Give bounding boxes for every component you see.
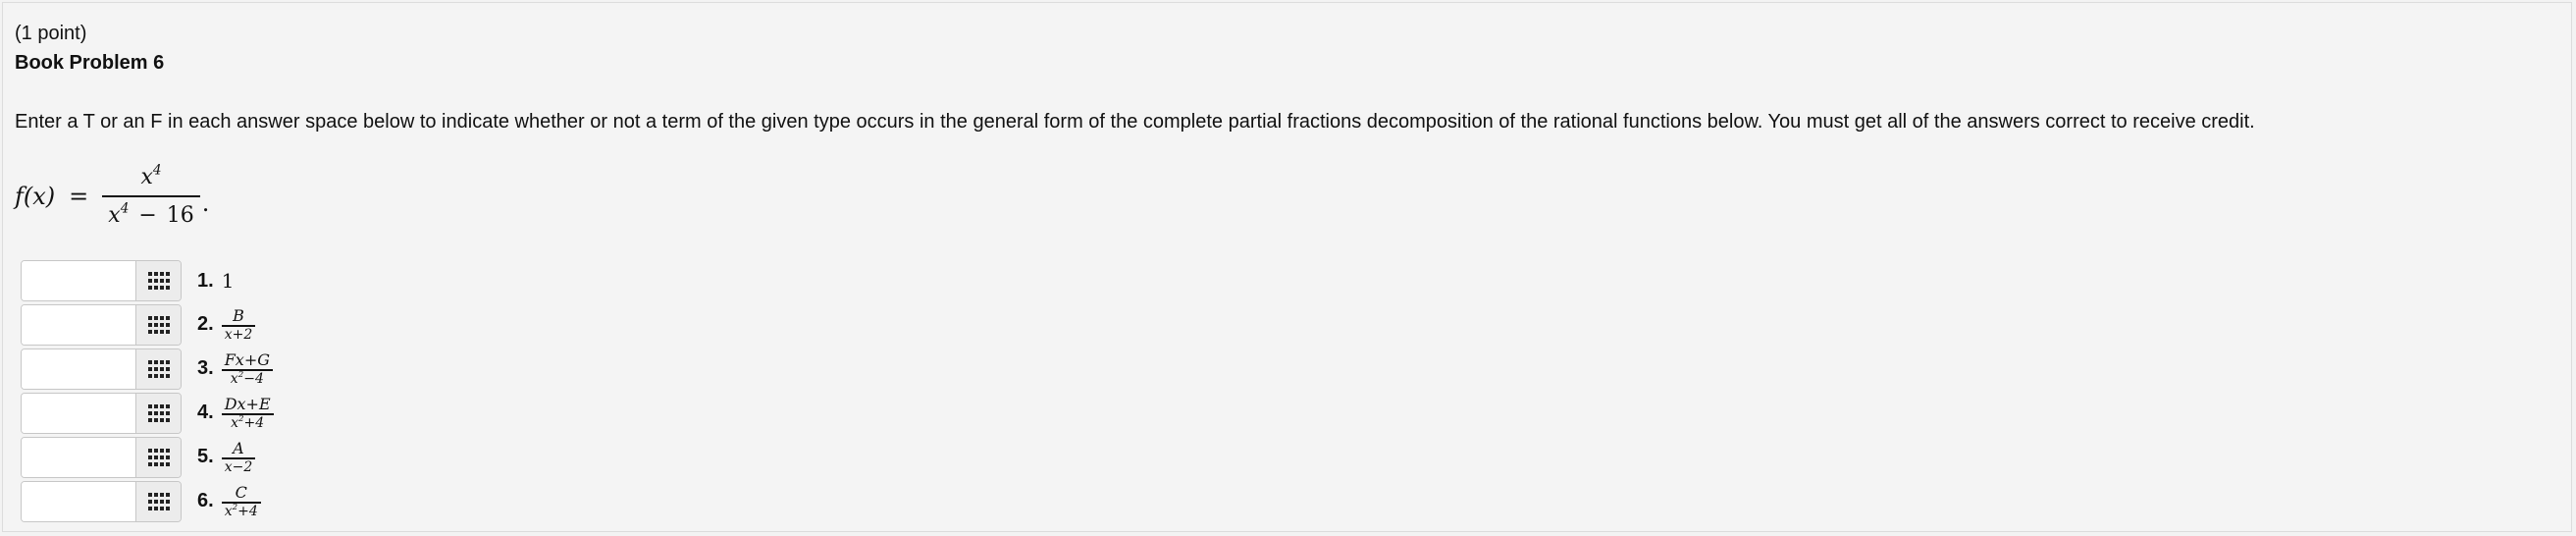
grid-icon [147, 360, 170, 378]
answer-number-3: 3. [197, 357, 214, 380]
answer-box-6 [21, 481, 182, 522]
answer-row-3: 3. Fx+G x2−4 [21, 348, 274, 391]
answer-box-3 [21, 348, 182, 390]
answer-input-6[interactable] [22, 482, 135, 521]
answer-label-2: 2. B x+2 [197, 306, 256, 343]
answer-term-2: B x+2 [221, 306, 256, 343]
answer-input-3[interactable] [22, 349, 135, 389]
function-lhs: f(x) [15, 183, 56, 210]
grid-icon [147, 404, 170, 422]
equals-sign: = [69, 183, 89, 210]
answer-label-4: 4. Dx+E x2+4 [197, 395, 274, 431]
answer-term-6: C x2+4 [221, 483, 261, 519]
answer-number-2: 2. [197, 313, 214, 336]
equation-editor-button-1[interactable] [135, 261, 181, 300]
equation-editor-button-5[interactable] [135, 438, 181, 477]
equation-editor-button-4[interactable] [135, 394, 181, 433]
answer-number-5: 5. [197, 446, 214, 468]
answer-row-2: 2. B x+2 [21, 303, 274, 347]
function-fraction: x4 x4−16 [102, 162, 200, 228]
answer-list: 1. 1 2. B x+2 3. Fx+G x2−4 4. Dx+E x2+4 … [21, 259, 274, 524]
answer-box-1 [21, 260, 182, 301]
answer-input-1[interactable] [22, 261, 135, 300]
answer-term-3: Fx+G x2−4 [221, 350, 273, 387]
answer-number-4: 4. [197, 402, 214, 424]
grid-icon [147, 449, 170, 466]
points-label: (1 point) [15, 23, 87, 44]
answer-row-4: 4. Dx+E x2+4 [21, 392, 274, 435]
answer-label-1: 1. 1 [197, 269, 234, 293]
problem-instructions: Enter a T or an F in each answer space b… [15, 111, 2255, 133]
answer-term-1: 1 [221, 269, 235, 293]
answer-row-1: 1. 1 [21, 259, 274, 302]
answer-label-3: 3. Fx+G x2−4 [197, 350, 273, 387]
problem-panel: (1 point) Book Problem 6 Enter a T or an… [2, 2, 2572, 532]
answer-number-6: 6. [197, 490, 214, 512]
answer-row-5: 5. A x−2 [21, 436, 274, 479]
grid-icon [147, 316, 170, 334]
function-denominator: x4−16 [108, 200, 194, 228]
answer-input-5[interactable] [22, 438, 135, 477]
grid-icon [147, 272, 170, 290]
answer-input-4[interactable] [22, 394, 135, 433]
equation-editor-button-6[interactable] [135, 482, 181, 521]
answer-box-2 [21, 304, 182, 346]
function-definition: f(x) = x4 x4−16 . [15, 162, 209, 231]
problem-title: Book Problem 6 [15, 52, 165, 74]
answer-box-5 [21, 437, 182, 478]
answer-input-2[interactable] [22, 305, 135, 345]
answer-label-6: 6. C x2+4 [197, 483, 261, 519]
grid-icon [147, 493, 170, 510]
equation-editor-button-3[interactable] [135, 349, 181, 389]
answer-row-6: 6. C x2+4 [21, 480, 274, 523]
function-numerator: x4 [140, 162, 162, 190]
answer-number-1: 1. [197, 269, 214, 292]
function-period: . [201, 189, 210, 217]
equation-editor-button-2[interactable] [135, 305, 181, 345]
answer-term-5: A x−2 [221, 439, 256, 475]
answer-label-5: 5. A x−2 [197, 439, 256, 475]
answer-box-4 [21, 393, 182, 434]
answer-term-4: Dx+E x2+4 [221, 395, 274, 431]
